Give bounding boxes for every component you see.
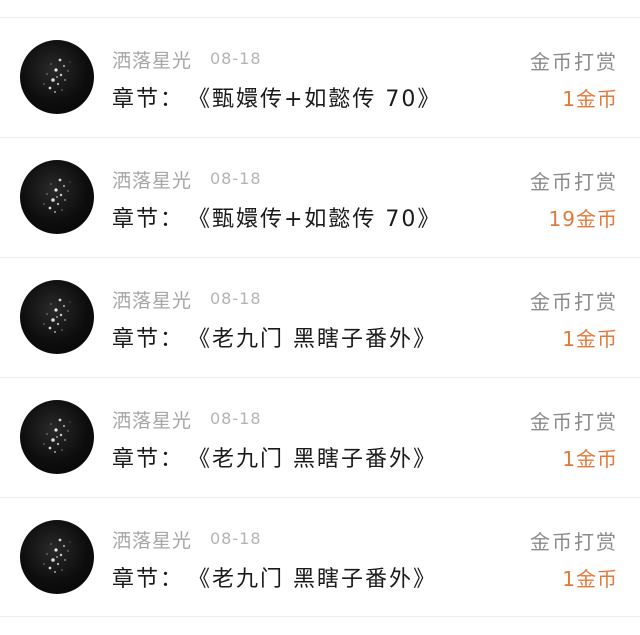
username[interactable]: 洒落星光: [112, 46, 192, 73]
username[interactable]: 洒落星光: [112, 406, 192, 433]
reward-type: 金币打赏: [530, 170, 618, 194]
date: 08-18: [210, 169, 262, 188]
reward-amount: 1金币: [562, 447, 618, 471]
starry-night-avatar-icon: [43, 298, 71, 333]
reward-type: 金币打赏: [530, 50, 618, 74]
starry-night-avatar-icon: [43, 58, 71, 93]
starry-night-avatar-icon: [43, 538, 71, 573]
chapter-title[interactable]: 《甄嬛传+如懿传 70》: [188, 201, 441, 233]
chapter-label: 章节：: [112, 447, 185, 472]
avatar[interactable]: [20, 400, 94, 474]
date: 08-18: [210, 529, 262, 548]
chapter-title[interactable]: 《老九门 黑瞎子番外》: [188, 561, 437, 593]
list-item[interactable]: 洒落星光 08-18 章节： 《甄嬛传+如懿传 70》 金币打赏 19金币: [0, 137, 640, 257]
reward-amount: 1金币: [562, 327, 618, 351]
avatar[interactable]: [20, 280, 94, 354]
reward-list: 洒落星光 08-18 章节： 《甄嬛传+如懿传 70》 金币打赏 1金币 洒落星…: [0, 17, 640, 617]
reward-amount: 1金币: [562, 87, 618, 111]
date: 08-18: [210, 289, 262, 308]
reward-amount: 1金币: [562, 567, 618, 591]
chapter-title[interactable]: 《甄嬛传+如懿传 70》: [188, 81, 441, 113]
list-item[interactable]: 洒落星光 08-18 章节： 《老九门 黑瞎子番外》 金币打赏 1金币: [0, 497, 640, 617]
avatar[interactable]: [20, 40, 94, 114]
list-item[interactable]: 洒落星光 08-18 章节： 《老九门 黑瞎子番外》 金币打赏 1金币: [0, 377, 640, 497]
reward-type: 金币打赏: [530, 530, 618, 554]
starry-night-avatar-icon: [43, 418, 71, 453]
date: 08-18: [210, 49, 262, 68]
avatar[interactable]: [20, 160, 94, 234]
reward-type: 金币打赏: [530, 410, 618, 434]
starry-night-avatar-icon: [43, 178, 71, 213]
list-item[interactable]: 洒落星光 08-18 章节： 《甄嬛传+如懿传 70》 金币打赏 1金币: [0, 17, 640, 137]
chapter-label: 章节：: [112, 87, 185, 112]
avatar[interactable]: [20, 520, 94, 594]
username[interactable]: 洒落星光: [112, 286, 192, 313]
date: 08-18: [210, 409, 262, 428]
username[interactable]: 洒落星光: [112, 526, 192, 553]
chapter-title[interactable]: 《老九门 黑瞎子番外》: [188, 441, 437, 473]
reward-amount: 19金币: [548, 207, 618, 231]
username[interactable]: 洒落星光: [112, 166, 192, 193]
chapter-title[interactable]: 《老九门 黑瞎子番外》: [188, 321, 437, 353]
chapter-label: 章节：: [112, 207, 185, 232]
chapter-label: 章节：: [112, 567, 185, 592]
chapter-label: 章节：: [112, 327, 185, 352]
reward-type: 金币打赏: [530, 290, 618, 314]
list-item[interactable]: 洒落星光 08-18 章节： 《老九门 黑瞎子番外》 金币打赏 1金币: [0, 257, 640, 377]
